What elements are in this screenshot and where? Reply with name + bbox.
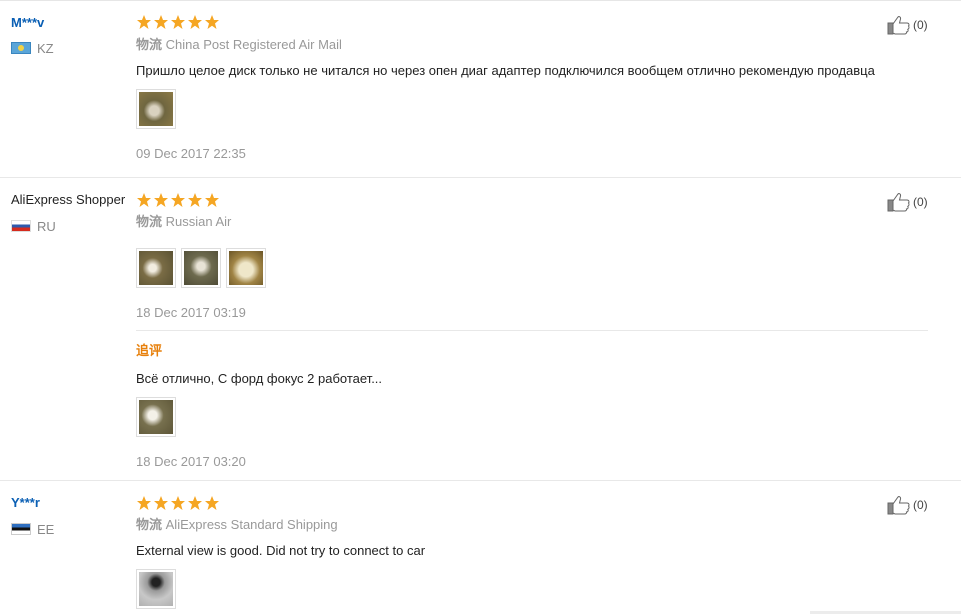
star-icon [153,192,169,208]
additional-review-label: 追评 [136,343,163,358]
review-photo[interactable] [181,248,221,288]
logistics-label: 物流 [136,214,163,229]
logistics-label: 物流 [136,517,163,532]
reviewer-name: AliExpress Shopper [11,192,126,207]
reviewer-country: KZ [11,40,54,56]
review-photo[interactable] [136,248,176,288]
country-code: RU [37,218,56,234]
star-icon [204,14,220,30]
thumbs-up-icon [887,16,910,35]
logistics-label: 物流 [136,37,163,52]
star-icon [136,495,152,511]
country-code: EE [37,521,55,537]
star-icon [170,495,186,511]
review-text: External view is good. Did not try to co… [136,543,426,558]
star-icon [204,192,220,208]
review-photo[interactable] [136,569,176,609]
star-icon [170,14,186,30]
logistics-info: 物流 Russian Air [136,214,231,230]
helpful-button[interactable]: (0) [887,495,928,515]
helpful-count: (0) [913,18,928,32]
star-icon [136,192,152,208]
thumbs-up-icon [887,193,910,212]
review-photos [136,248,266,288]
star-icon [136,14,152,30]
ru-flag-icon [11,220,31,232]
thumbs-up-icon [887,496,910,515]
review-text: Пришло целое диск только не читался но ч… [136,63,875,78]
additional-review-date: 18 Dec 2017 03:20 [136,454,246,469]
reviewer-name[interactable]: Y***r [11,495,40,511]
logistics-method: AliExpress Standard Shipping [165,517,338,532]
review-photo[interactable] [226,248,266,288]
helpful-button[interactable]: (0) [887,15,928,35]
review-date: 18 Dec 2017 03:19 [136,305,246,320]
review-photos [136,89,176,129]
additional-review-text: Всё отлично, С форд фокус 2 работает... [136,371,383,386]
helpful-button[interactable]: (0) [887,192,928,212]
top-divider [0,0,961,1]
review-photo[interactable] [136,397,176,437]
logistics-info: 物流 China Post Registered Air Mail [136,37,342,53]
review-divider [0,177,961,178]
reviewer-country: RU [11,218,56,234]
star-icon [153,14,169,30]
logistics-info: 物流 AliExpress Standard Shipping [136,517,338,533]
country-code: KZ [37,40,54,56]
star-rating [136,495,220,511]
logistics-method: China Post Registered Air Mail [165,37,342,52]
star-icon [187,14,203,30]
star-icon [187,495,203,511]
star-icon [204,495,220,511]
star-icon [170,192,186,208]
ee-flag-icon [11,523,31,535]
star-icon [153,495,169,511]
additional-review-photos [136,397,176,437]
reviewer-country: EE [11,521,55,537]
star-icon [187,192,203,208]
star-rating [136,192,220,208]
helpful-count: (0) [913,195,928,209]
review-date: 09 Dec 2017 22:35 [136,146,246,161]
logistics-method: Russian Air [165,214,232,229]
review-photos [136,569,176,609]
review-photo[interactable] [136,89,176,129]
additional-review-divider [136,330,928,331]
helpful-count: (0) [913,498,928,512]
star-rating [136,14,220,30]
kz-flag-icon [11,42,31,54]
review-divider [0,480,961,481]
reviewer-name[interactable]: M***v [11,15,44,31]
